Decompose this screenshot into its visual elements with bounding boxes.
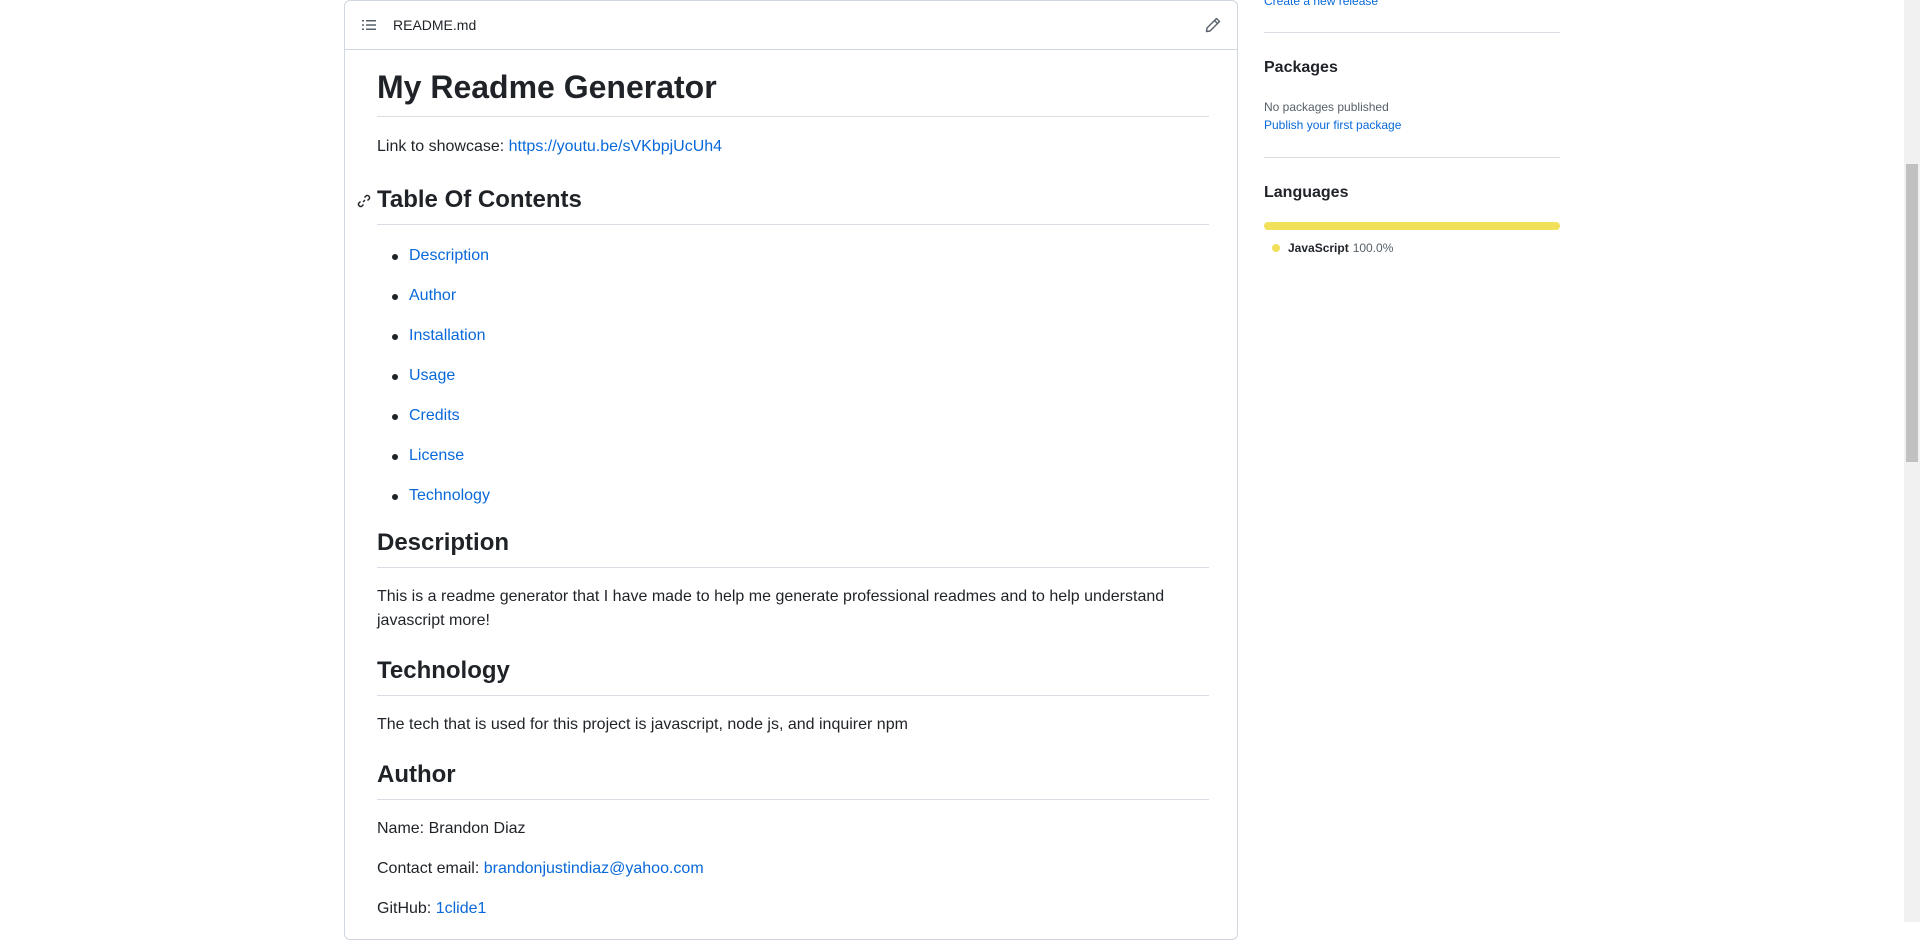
toc-item: Technology <box>377 484 1209 524</box>
link-icon[interactable] <box>356 193 372 209</box>
language-name: JavaScript <box>1288 241 1349 255</box>
description-text: This is a readme generator that I have m… <box>377 588 1165 629</box>
packages-text: No packages published <box>1264 100 1389 114</box>
toc-item: License <box>377 444 1209 484</box>
toc-link-license[interactable]: License <box>409 447 464 464</box>
author-heading: Author <box>377 760 1209 800</box>
toc-link-description[interactable]: Description <box>409 247 489 264</box>
create-release-link[interactable]: Create a new release <box>1264 0 1378 8</box>
readme-panel: README.md My Readme Generator Link to sh… <box>344 0 1238 940</box>
publish-package-link[interactable]: Publish your first package <box>1264 118 1401 132</box>
toc-item: Credits <box>377 404 1209 444</box>
markdown-body: My Readme Generator Link to showcase: ht… <box>357 50 1209 921</box>
technology-text: The tech that is used for this project i… <box>377 716 908 733</box>
showcase-link[interactable]: https://youtu.be/sVKbpjUcUh4 <box>509 138 722 155</box>
javascript-dot <box>1272 244 1280 252</box>
sidebar-divider <box>1264 157 1560 158</box>
readme-title: My Readme Generator <box>377 67 1209 117</box>
showcase-label: Link to showcase: <box>377 138 509 155</box>
toc-link-installation[interactable]: Installation <box>409 327 486 344</box>
toc-item: Author <box>377 284 1209 324</box>
toc-link-credits[interactable]: Credits <box>409 407 460 424</box>
author-name: Name: Brandon Diaz <box>377 820 526 837</box>
toc-item: Usage <box>377 364 1209 404</box>
languages-heading: Languages <box>1264 184 1349 201</box>
toc-heading: Table Of Contents <box>357 185 1209 225</box>
list-icon[interactable] <box>361 17 377 33</box>
toc-link-usage[interactable]: Usage <box>409 367 455 384</box>
language-percent: 100.0% <box>1352 241 1394 255</box>
sidebar-divider <box>1264 32 1560 33</box>
toc-item: Installation <box>377 324 1209 364</box>
packages-heading: Packages <box>1264 59 1338 76</box>
language-item[interactable]: JavaScript 100.0% <box>1272 241 1393 255</box>
pencil-icon[interactable] <box>1205 17 1221 33</box>
readme-header: README.md <box>345 1 1237 50</box>
toc-link-technology[interactable]: Technology <box>409 487 490 504</box>
github-label: GitHub: <box>377 900 436 917</box>
page-scrollbar[interactable] <box>1904 0 1920 922</box>
contact-label: Contact email: <box>377 860 484 877</box>
technology-heading: Technology <box>377 656 1209 696</box>
contact-paragraph: Contact email: brandonjustindiaz@yahoo.c… <box>377 857 1209 881</box>
scrollbar-thumb[interactable] <box>1906 164 1918 462</box>
showcase-paragraph: Link to showcase: https://youtu.be/sVKbp… <box>377 135 1209 159</box>
toc-item: Description <box>377 244 1209 284</box>
github-paragraph: GitHub: 1clide1 <box>377 897 1209 921</box>
description-heading: Description <box>377 528 1209 568</box>
toc-link-author[interactable]: Author <box>409 287 456 304</box>
github-user-link[interactable]: 1clide1 <box>436 900 487 917</box>
toc-list: Description Author Installation Usage Cr… <box>377 244 1209 524</box>
contact-email-link[interactable]: brandonjustindiaz@yahoo.com <box>484 860 704 877</box>
readme-filename: README.md <box>393 17 477 33</box>
toc-heading-text: Table Of Contents <box>377 186 582 213</box>
language-bar <box>1264 222 1560 230</box>
